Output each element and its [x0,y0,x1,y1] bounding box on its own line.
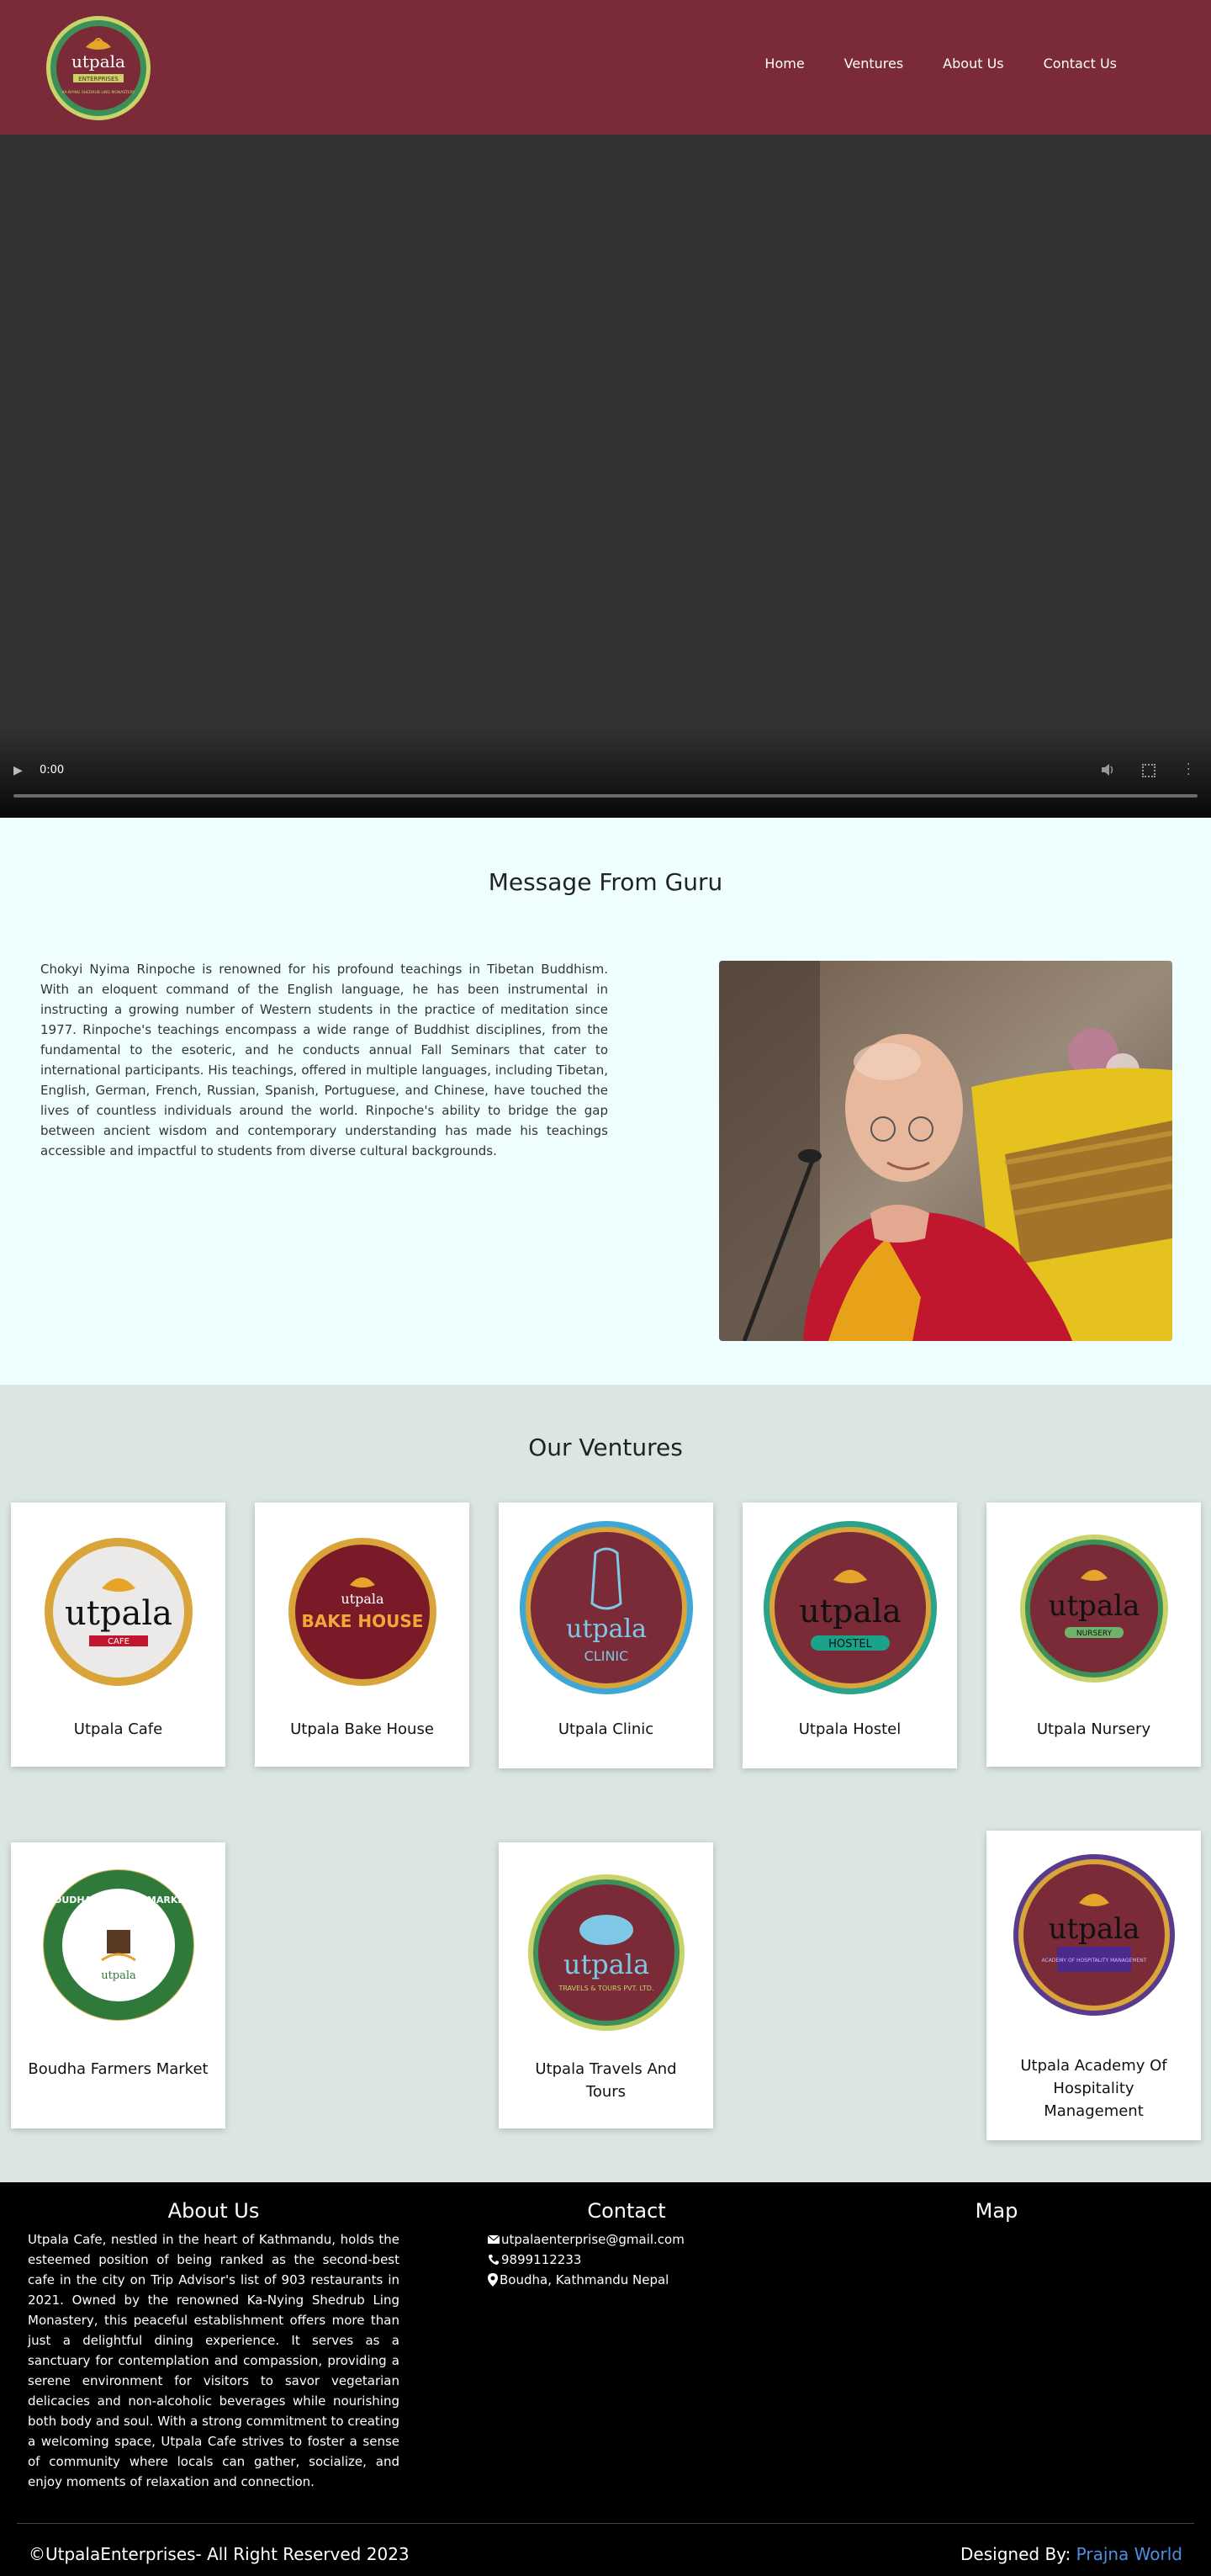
venture-card-academy[interactable]: utpala ACADEMY OF HOSPITALITY MANAGEMENT… [986,1831,1201,2140]
footer-contact-title: Contact [587,2199,666,2223]
utpala-hostel-logo: utpala HOSTEL [763,1521,937,1694]
venture-name: Utpala Academy Of Hospitality Management [1020,2057,1167,2120]
svg-text:utpala: utpala [101,1969,136,1982]
contact-address: Boudha, Kathmandu Nepal [500,2272,669,2287]
footer-about: About Us Utpala Cafe, nestled in the hea… [28,2199,399,2492]
footer-divider [17,2523,1194,2524]
guru-photo [719,961,1172,1341]
contact-address-row: Boudha, Kathmandu Nepal [488,2270,765,2290]
venture-name: Utpala Hostel [798,1720,902,1738]
venture-card-hostel[interactable]: utpala HOSTEL Utpala Hostel [743,1503,957,1768]
svg-text:ACADEMY OF HOSPITALITY MANAGEM: ACADEMY OF HOSPITALITY MANAGEMENT [1041,1958,1146,1964]
play-icon[interactable]: ▶ [13,764,27,777]
ventures-title: Our Ventures [528,1434,683,1461]
contact-email[interactable]: utpalaenterprise@gmail.com [501,2229,685,2250]
svg-text:HOSTEL: HOSTEL [828,1638,872,1651]
svg-text:CAFE: CAFE [108,1637,130,1646]
utpala-travels-logo: utpala TRAVELS & TOURS PVT. LTD. [527,1874,685,2031]
svg-text:utpala: utpala [65,1594,172,1633]
volume-icon[interactable] [1100,762,1115,777]
contact-phone[interactable]: 9899112233 [501,2250,581,2270]
footer-about-title: About Us [167,2199,260,2223]
footer-copyright: ©UtpalaEnterprises- All Right Reserved 2… [29,2544,410,2564]
contact-phone-row[interactable]: 9899112233 [488,2250,765,2270]
footer-map-title: Map [975,2199,1018,2223]
venture-name: Utpala Clinic [558,1720,654,1738]
svg-text:KA-NYING SHEDRUB LING MONASTER: KA-NYING SHEDRUB LING MONASTERY [62,90,135,95]
svg-text:TRAVELS & TOURS PVT. LTD.: TRAVELS & TOURS PVT. LTD. [558,1985,653,1992]
svg-text:BOUDHA FARMERS MARKET: BOUDHA FARMERS MARKET [46,1895,190,1905]
venture-name: Utpala Nursery [1036,1720,1151,1738]
svg-text:BAKE HOUSE: BAKE HOUSE [301,1611,423,1631]
envelope-icon [488,2234,500,2244]
contact-email-row[interactable]: utpalaenterprise@gmail.com [488,2229,765,2250]
footer-map: Map [912,2199,1081,2223]
venture-card-bake-house[interactable]: utpala BAKE HOUSE Utpala Bake House [255,1503,469,1767]
utpala-bake-house-logo: utpala BAKE HOUSE [288,1538,436,1686]
nav-home[interactable]: Home [764,56,804,72]
svg-text:utpala: utpala [563,1948,648,1980]
main-nav: Home Ventures About Us Contact Us [764,56,1117,72]
svg-text:CLINIC: CLINIC [584,1648,628,1664]
utpala-nursery-logo: utpala NURSERY [1019,1534,1168,1683]
footer-contact: Contact utpalaenterprise@gmail.com 98991… [488,2199,765,2290]
svg-text:ENTERPRISES: ENTERPRISES [78,76,119,82]
guru-section: Message From Guru Chokyi Nyima Rinpoche … [0,818,1211,1385]
venture-card-clinic[interactable]: utpala CLINIC Utpala Clinic [499,1503,713,1768]
footer-about-text: Utpala Cafe, nestled in the heart of Kat… [28,2232,399,2489]
footer-designer: Designed By: Prajna World [960,2544,1182,2564]
more-options-icon[interactable]: · · · [1187,759,1190,781]
phone-icon [489,2255,499,2265]
venture-name: Utpala Bake House [290,1720,434,1738]
designed-by-label: Designed By: [960,2544,1071,2564]
video-controls: ▶ 0:00 · · · [0,759,1211,818]
utpala-cafe-logo: utpala CAFE [44,1538,193,1686]
nav-contact-us[interactable]: Contact Us [1044,56,1117,72]
fullscreen-icon[interactable] [1142,764,1155,777]
guru-message: Chokyi Nyima Rinpoche is renowned for hi… [40,962,608,1158]
venture-card-cafe[interactable]: utpala CAFE Utpala Cafe [11,1503,225,1767]
boudha-farmers-market-logo: BOUDHA FARMERS MARKET utpala [42,1869,194,2021]
svg-text:NURSERY: NURSERY [1076,1630,1112,1638]
svg-text:utpala: utpala [1048,1589,1140,1623]
site-header: utpala ENTERPRISES KA-NYING SHEDRUB LING… [0,0,1211,135]
ventures-section: Our Ventures utpala CAFE Utpala Cafe utp… [0,1385,1211,2182]
site-footer: About Us Utpala Cafe, nestled in the hea… [0,2182,1211,2576]
video-player[interactable]: ▶ 0:00 · · · [0,135,1211,818]
venture-name: Boudha Farmers Market [28,2060,209,2078]
utpala-enterprises-logo[interactable]: utpala ENTERPRISES KA-NYING SHEDRUB LING… [45,15,151,121]
nav-about-us[interactable]: About Us [943,56,1003,72]
nav-ventures[interactable]: Ventures [844,56,904,72]
svg-text:utpala: utpala [341,1591,384,1607]
svg-text:utpala: utpala [799,1593,902,1630]
designer-link[interactable]: Prajna World [1076,2544,1182,2564]
video-time: 0:00 [40,764,65,777]
venture-card-farmers-market[interactable]: BOUDHA FARMERS MARKET utpala Boudha Farm… [11,1842,225,2128]
utpala-academy-logo: utpala ACADEMY OF HOSPITALITY MANAGEMENT [1013,1854,1175,2016]
guru-title: Message From Guru [488,868,723,896]
venture-name: Utpala Travels And Tours [535,2060,677,2101]
venture-card-travels[interactable]: utpala TRAVELS & TOURS PVT. LTD. Utpala … [499,1842,713,2128]
svg-text:utpala: utpala [1048,1912,1140,1946]
venture-card-nursery[interactable]: utpala NURSERY Utpala Nursery [986,1503,1201,1767]
svg-text:utpala: utpala [71,51,125,72]
utpala-clinic-logo: utpala CLINIC [519,1521,693,1694]
svg-text:utpala: utpala [566,1614,647,1644]
video-progress-bar[interactable] [13,794,1198,798]
venture-name: Utpala Cafe [73,1720,163,1738]
map-pin-icon [488,2273,498,2287]
